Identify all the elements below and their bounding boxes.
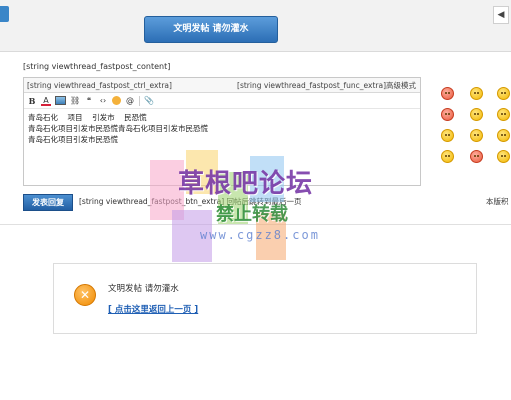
editor-textarea[interactable]: 青岛石化 项目 引发市 民恐慌 青岛石化项目引发市民恐慌青岛石化项目引发市民恐慌… bbox=[24, 109, 420, 148]
code-icon[interactable]: ‹› bbox=[98, 96, 108, 106]
top-notice-button[interactable]: 文明发帖 请勿灌水 bbox=[144, 16, 278, 43]
attach-icon[interactable]: 📎 bbox=[144, 96, 154, 106]
toolbar-divider bbox=[139, 95, 140, 106]
editor-header: [string viewthread_fastpost_ctrl_extra] … bbox=[24, 78, 420, 93]
editor-line: 青岛石化项目引发市民恐慌 bbox=[28, 135, 118, 144]
smiley-icon[interactable] bbox=[441, 150, 454, 163]
editor-toolbar: B A ⛓ ❝ ‹› @ 📎 bbox=[24, 93, 420, 109]
smiley-icon[interactable] bbox=[441, 87, 454, 100]
message-box: ✕ 文明发帖 请勿灌水 [ 点击这里返回上一页 ] bbox=[53, 263, 477, 334]
left-edge-tab[interactable] bbox=[0, 6, 9, 22]
smiley-icon[interactable] bbox=[497, 150, 510, 163]
link-icon[interactable]: ⛓ bbox=[70, 96, 80, 106]
message-text: 文明发帖 请勿灌水 bbox=[108, 284, 179, 294]
editor-line: 青岛石化 项目 引发市 民恐慌 bbox=[28, 113, 147, 122]
smiley-icon[interactable] bbox=[441, 108, 454, 121]
copyright-note: 本版积 bbox=[486, 197, 509, 206]
post-reply-button[interactable]: 发表回复 bbox=[23, 194, 73, 211]
advanced-mode-link[interactable]: [string viewthread_fastpost_func_extra]高… bbox=[237, 78, 416, 93]
watermark-subtitle: 禁止转载 bbox=[216, 204, 288, 225]
mention-icon[interactable]: @ bbox=[125, 96, 135, 106]
fastpost-content-label: [string viewthread_fastpost_content] bbox=[23, 62, 171, 71]
image-icon[interactable] bbox=[55, 96, 66, 105]
smiley-icon[interactable] bbox=[470, 108, 483, 121]
ctrl-extra-text: [string viewthread_fastpost_ctrl_extra] bbox=[27, 81, 172, 90]
collapse-arrow-button[interactable]: ◀ bbox=[493, 6, 509, 24]
quote-icon[interactable]: ❝ bbox=[84, 96, 94, 106]
watermark-url: www.cgzz8.com bbox=[200, 228, 320, 242]
smiley-icon[interactable] bbox=[470, 87, 483, 100]
font-color-icon[interactable]: A bbox=[41, 96, 51, 106]
close-icon: ✕ bbox=[74, 284, 96, 306]
smiley-icon[interactable] bbox=[497, 87, 510, 100]
bold-icon[interactable]: B bbox=[27, 96, 37, 106]
smiley-icon[interactable] bbox=[441, 129, 454, 142]
back-link[interactable]: [ 点击这里返回上一页 ] bbox=[108, 303, 198, 315]
emoji-icon[interactable] bbox=[112, 96, 121, 105]
watermark-title: 草根吧论坛 bbox=[178, 169, 314, 199]
smiley-icon[interactable] bbox=[497, 129, 510, 142]
smiley-icon[interactable] bbox=[497, 108, 510, 121]
editor-line: 青岛石化项目引发市民恐慌青岛石化项目引发市民恐慌 bbox=[28, 124, 208, 133]
smiley-icon[interactable] bbox=[470, 129, 483, 142]
smiley-icon[interactable] bbox=[470, 150, 483, 163]
